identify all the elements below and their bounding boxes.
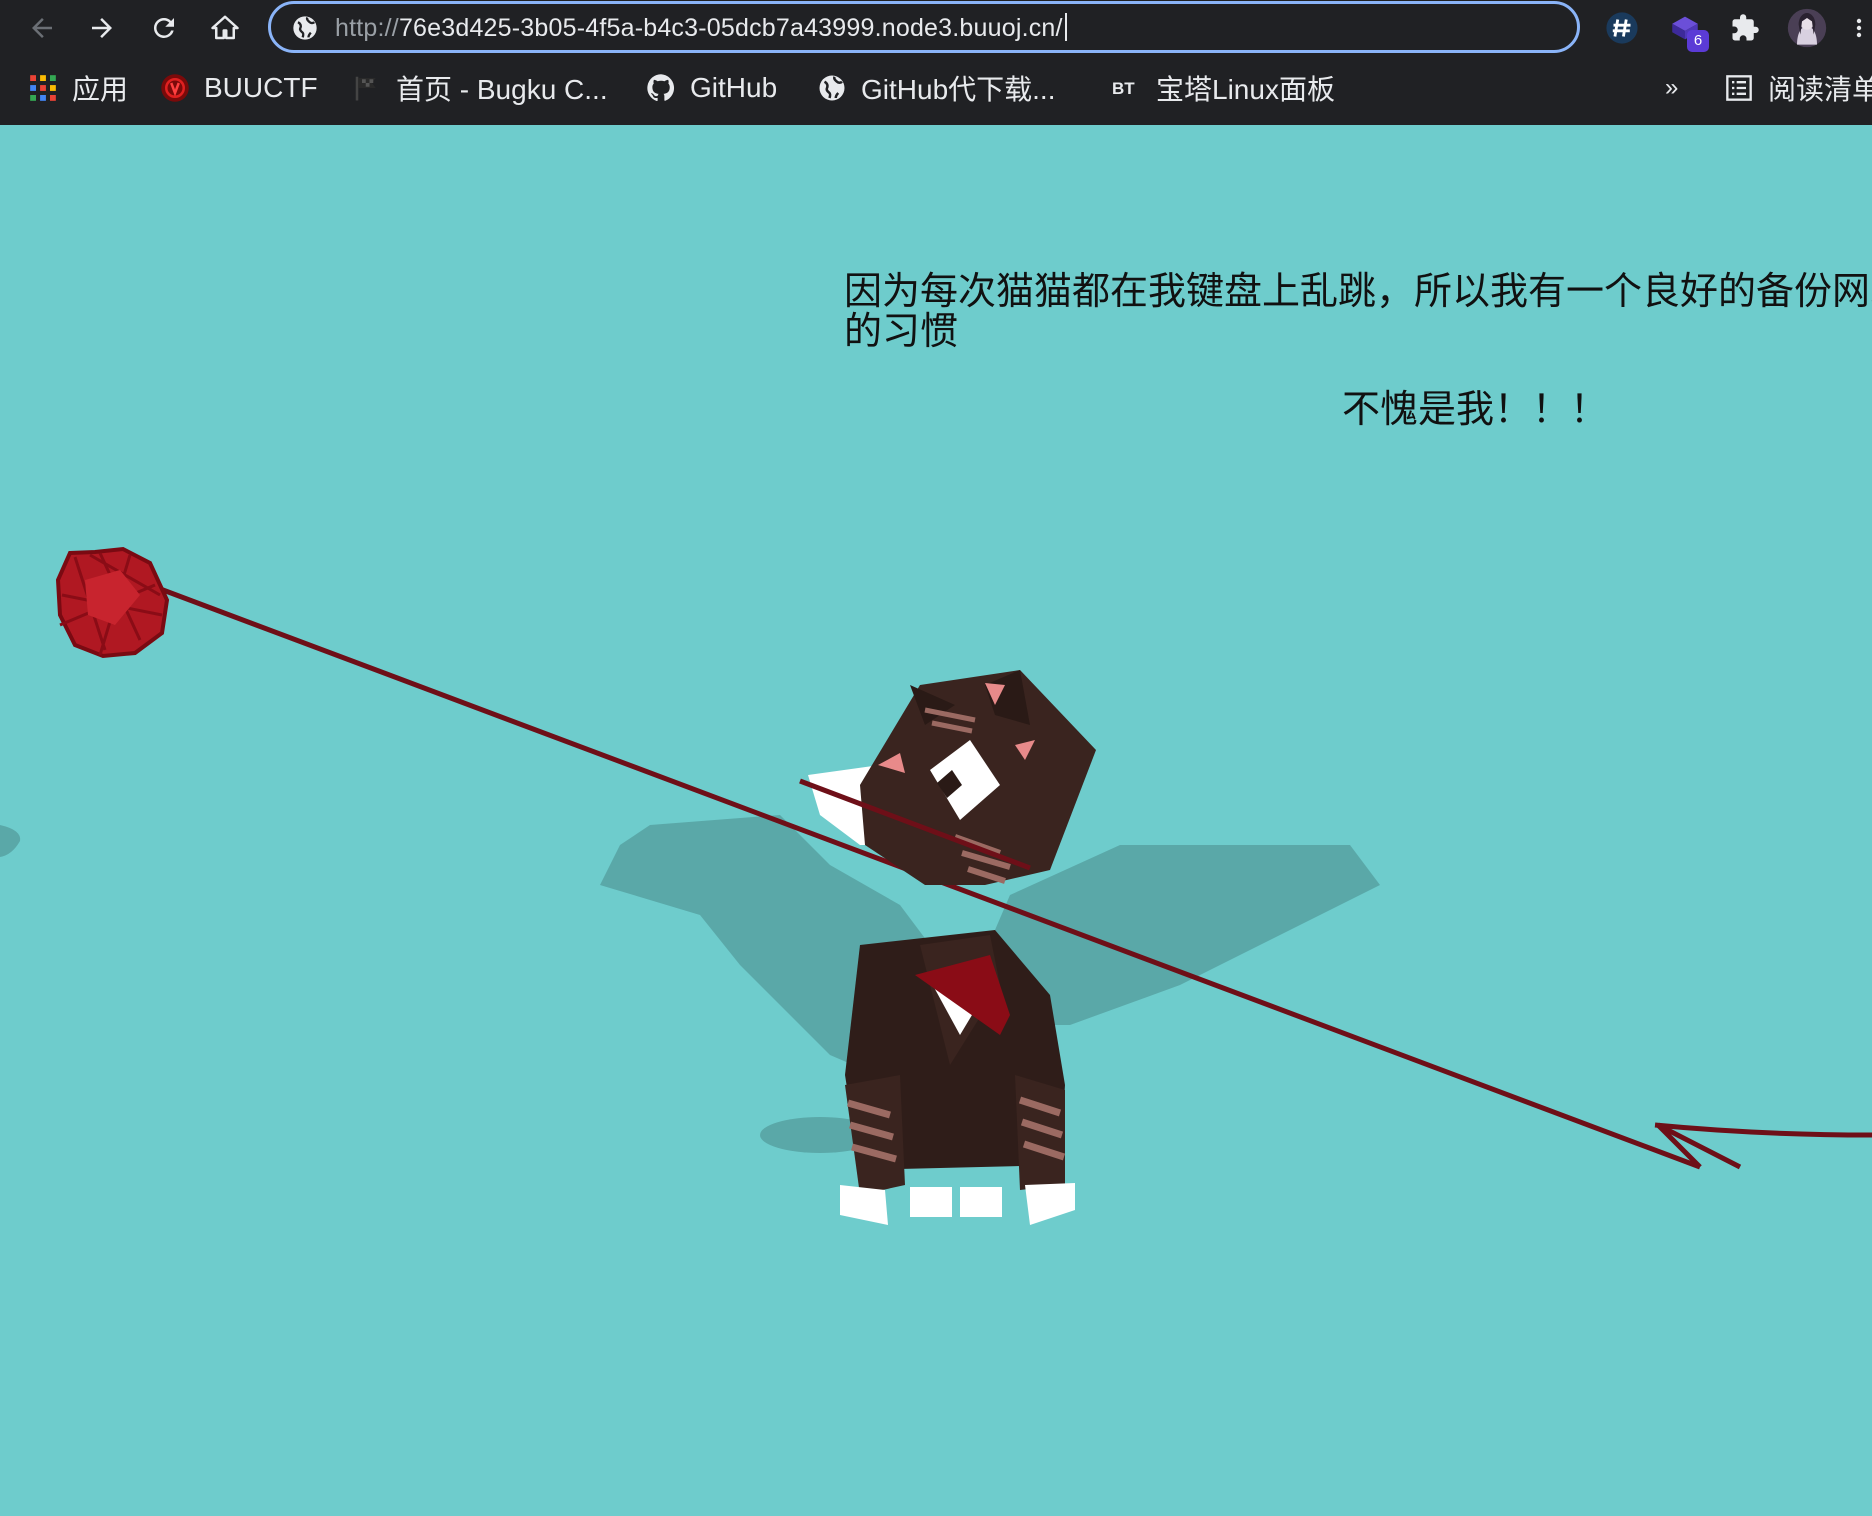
cat-paw [910, 1187, 952, 1217]
offscreen-shadow [0, 825, 21, 857]
extension-hashtag-button[interactable] [1600, 6, 1644, 50]
profile-avatar-button[interactable] [1785, 6, 1829, 50]
forward-button[interactable] [80, 6, 124, 50]
bookmarks-overflow-button[interactable]: » [1665, 64, 1678, 112]
flag-icon [352, 73, 382, 103]
bookmarks-bar: 应用 BUUCTF 首页 - Bugku C... GitHub GitHub代… [0, 64, 1872, 112]
cat-paw [960, 1187, 1002, 1217]
reading-list-button[interactable]: 阅读清单 [1724, 64, 1872, 112]
puzzle-icon [1732, 14, 1759, 41]
bt-icon: BT [1112, 73, 1142, 103]
address-bar[interactable]: http://76e3d425-3b05-4f5a-b4c3-05dcb7a43… [268, 1, 1580, 53]
cat-paw [1025, 1183, 1075, 1225]
browser-menu-button[interactable] [1845, 6, 1872, 50]
string-tail [1654, 1122, 1872, 1138]
reading-list-label: 阅读清单 [1768, 74, 1872, 105]
bookmark-label: 宝塔Linux面板 [1156, 74, 1335, 105]
url-text[interactable]: http://76e3d425-3b05-4f5a-b4c3-05dcb7a43… [335, 13, 1067, 43]
reload-button[interactable] [142, 6, 186, 50]
bookmark-label: GitHub代下载... [861, 74, 1056, 105]
apps-grid-icon [28, 73, 58, 103]
bookmark-label: 首页 - Bugku C... [396, 74, 608, 105]
url-scheme: http:// [335, 14, 399, 42]
svg-text:BT: BT [1112, 79, 1135, 98]
bookmark-buuctf[interactable]: BUUCTF [160, 64, 318, 112]
buuctf-logo-icon [160, 73, 190, 103]
browser-toolbar: http://76e3d425-3b05-4f5a-b4c3-05dcb7a43… [0, 0, 1872, 125]
back-button[interactable] [20, 6, 64, 50]
home-button[interactable] [203, 6, 247, 50]
text-caret [1064, 13, 1067, 41]
avatar-icon [1787, 8, 1827, 48]
extension-cube-button[interactable]: 6 [1663, 6, 1709, 52]
reading-list-icon [1724, 73, 1754, 103]
bookmark-bugku[interactable]: 首页 - Bugku C... [352, 64, 608, 112]
hashtag-icon [1606, 12, 1638, 44]
globe-icon [817, 73, 847, 103]
bookmark-apps[interactable]: 应用 [28, 64, 128, 112]
yarn-ball [55, 546, 170, 659]
bookmark-label: BUUCTF [204, 72, 318, 103]
bookmark-bt-panel[interactable]: BT 宝塔Linux面板 [1112, 64, 1335, 112]
exclaim-text: 不愧是我！！！ [1342, 387, 1609, 431]
bookmark-github[interactable]: GitHub [646, 64, 777, 112]
github-icon [646, 73, 676, 103]
cat-paw [840, 1185, 888, 1225]
arrow-left-icon [32, 18, 52, 38]
reload-icon [153, 17, 174, 38]
arrow-right-icon [92, 18, 112, 38]
home-icon [211, 15, 239, 40]
bookmark-label: 应用 [72, 74, 129, 105]
bookmark-label: GitHub [690, 72, 778, 103]
extensions-button[interactable] [1723, 6, 1767, 50]
extension-badge: 6 [1687, 30, 1709, 52]
bookmark-github-download[interactable]: GitHub代下载... [817, 64, 1055, 112]
page-content: 因为每次猫猫都在我键盘上乱跳，所以我有一个良好的备份网站的习惯 不愧是我！！！ [0, 125, 1872, 1516]
backup-message: 因为每次猫猫都在我键盘上乱跳，所以我有一个良好的备份网站的习惯 [844, 269, 1872, 353]
globe-icon [293, 16, 317, 40]
url-host: 76e3d425-3b05-4f5a-b4c3-05dcb7a43999.nod… [398, 14, 1063, 42]
chevron-double-right-icon: » [1665, 74, 1679, 101]
more-vertical-icon [1856, 18, 1861, 38]
